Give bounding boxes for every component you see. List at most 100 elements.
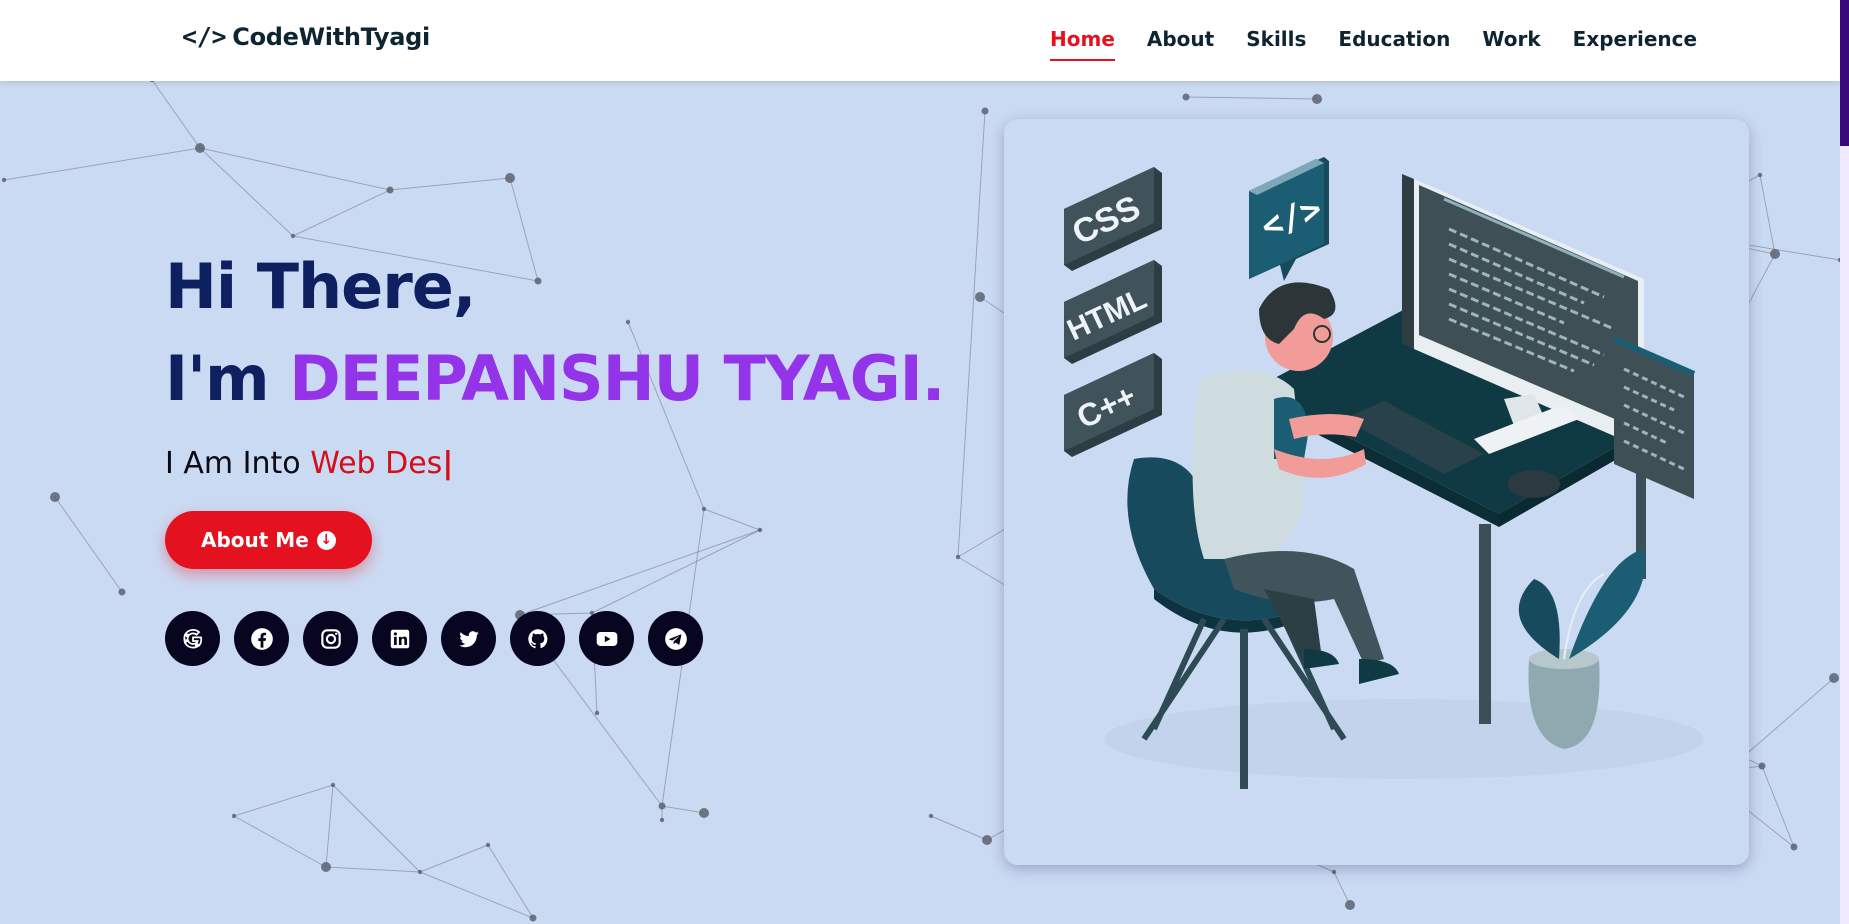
particle-link bbox=[332, 784, 421, 873]
particle-link bbox=[54, 496, 123, 593]
particle-dot bbox=[975, 292, 985, 302]
twitter-icon bbox=[458, 630, 479, 647]
html-tag: HTML bbox=[1062, 260, 1162, 364]
typing-line: I Am Into Web Des| bbox=[165, 446, 944, 481]
particle-link bbox=[1761, 765, 1795, 848]
particle-dot bbox=[485, 842, 491, 848]
developer-illustration: CSS HTML C++ </> bbox=[1062, 157, 1704, 789]
facebook-link[interactable] bbox=[234, 611, 289, 666]
code-badge: </> bbox=[1249, 157, 1329, 281]
particle-link bbox=[199, 147, 391, 191]
hero-name-line: I'm DEEPANSHU TYAGI. bbox=[165, 348, 945, 410]
nav-work[interactable]: Work bbox=[1482, 27, 1540, 61]
hero-illustration-card: CSS HTML C++ </> bbox=[1004, 119, 1749, 865]
particle-dot bbox=[1, 177, 7, 183]
particle-link bbox=[325, 866, 421, 873]
particle-dot bbox=[659, 817, 665, 823]
cpp-tag: C++ bbox=[1064, 353, 1162, 457]
about-me-button[interactable]: About Me ↓ bbox=[165, 511, 372, 569]
code-brackets-icon: </> bbox=[182, 22, 227, 51]
scrollbar-thumb[interactable] bbox=[1840, 0, 1849, 146]
particle-link bbox=[1333, 871, 1351, 906]
nav-education[interactable]: Education bbox=[1338, 27, 1450, 61]
google-icon bbox=[182, 628, 202, 649]
telegram-link[interactable] bbox=[648, 611, 703, 666]
particle-dot bbox=[1829, 673, 1839, 683]
hero-section: Hi There, I'm DEEPANSHU TYAGI. I Am Into… bbox=[165, 250, 945, 666]
instagram-icon bbox=[320, 628, 341, 649]
hero-greeting: Hi There, bbox=[165, 250, 476, 323]
particle-dot bbox=[1331, 869, 1337, 875]
twitter-link[interactable] bbox=[441, 611, 496, 666]
particle-link bbox=[233, 784, 334, 817]
linkedin-icon bbox=[390, 629, 409, 648]
particle-link bbox=[199, 147, 294, 237]
particle-link bbox=[325, 784, 334, 868]
particle-dot bbox=[1770, 249, 1780, 259]
particle-dot bbox=[50, 492, 60, 502]
top-navbar: </> CodeWithTyagi Home About Skills Educ… bbox=[0, 0, 1840, 81]
google-link[interactable] bbox=[165, 611, 220, 666]
particle-dot bbox=[505, 173, 515, 183]
github-icon bbox=[527, 628, 547, 648]
social-links bbox=[165, 611, 944, 666]
nav-experience[interactable]: Experience bbox=[1573, 27, 1697, 61]
particle-dot bbox=[981, 107, 989, 115]
particle-link bbox=[151, 79, 201, 149]
particle-dot bbox=[1790, 843, 1798, 851]
page: </> CodeWithTyagi Home About Skills Educ… bbox=[0, 0, 1849, 924]
facebook-icon bbox=[250, 627, 273, 650]
particle-dot bbox=[195, 143, 205, 153]
particle-dot bbox=[982, 835, 992, 845]
particle-link bbox=[389, 177, 511, 191]
particle-link bbox=[957, 110, 986, 558]
particle-dot bbox=[529, 914, 537, 922]
particle-link bbox=[3, 147, 201, 181]
particle-link bbox=[1742, 677, 1835, 758]
particle-link bbox=[1759, 174, 1776, 255]
particle-link bbox=[487, 844, 534, 919]
particle-dot bbox=[231, 813, 237, 819]
nav-home[interactable]: Home bbox=[1050, 27, 1115, 61]
nav-about[interactable]: About bbox=[1147, 27, 1214, 61]
nav-skills[interactable]: Skills bbox=[1246, 27, 1306, 61]
particle-dot bbox=[118, 588, 126, 596]
particle-link bbox=[419, 871, 534, 919]
linkedin-link[interactable] bbox=[372, 611, 427, 666]
typing-cursor: | bbox=[442, 446, 454, 481]
particle-link bbox=[661, 805, 705, 814]
particle-dot bbox=[1758, 762, 1766, 770]
logo[interactable]: </> CodeWithTyagi bbox=[182, 22, 430, 51]
particle-dot bbox=[386, 186, 394, 194]
particle-link bbox=[419, 844, 489, 873]
particle-dot bbox=[928, 813, 934, 819]
logo-text: CodeWithTyagi bbox=[232, 22, 430, 51]
particle-link bbox=[1185, 96, 1318, 100]
hero-name: DEEPANSHU TYAGI. bbox=[289, 342, 945, 415]
about-me-label: About Me bbox=[201, 528, 309, 552]
particle-dot bbox=[290, 233, 296, 239]
particle-dot bbox=[699, 808, 709, 818]
particle-dot bbox=[321, 862, 331, 872]
instagram-link[interactable] bbox=[303, 611, 358, 666]
side-monitor bbox=[1612, 336, 1696, 499]
particle-dot bbox=[1182, 93, 1190, 101]
particle-link bbox=[930, 815, 988, 841]
css-tag: CSS bbox=[1064, 167, 1162, 271]
typing-prefix: I Am Into bbox=[165, 446, 311, 481]
particle-dot bbox=[1312, 94, 1322, 104]
particle-dot bbox=[594, 710, 600, 716]
telegram-icon bbox=[664, 627, 687, 650]
github-link[interactable] bbox=[510, 611, 565, 666]
particle-dot bbox=[417, 869, 423, 875]
arrow-down-circle-icon: ↓ bbox=[316, 530, 336, 550]
particle-dot bbox=[1345, 900, 1355, 910]
particle-dot bbox=[330, 782, 336, 788]
youtube-link[interactable] bbox=[579, 611, 634, 666]
particle-link bbox=[292, 189, 391, 237]
particle-dot bbox=[1757, 172, 1763, 178]
particle-link bbox=[233, 815, 327, 868]
main-nav: Home About Skills Education Work Experie… bbox=[1050, 27, 1840, 61]
typed-text: Web Des bbox=[310, 446, 443, 481]
name-prefix: I'm bbox=[165, 342, 290, 415]
